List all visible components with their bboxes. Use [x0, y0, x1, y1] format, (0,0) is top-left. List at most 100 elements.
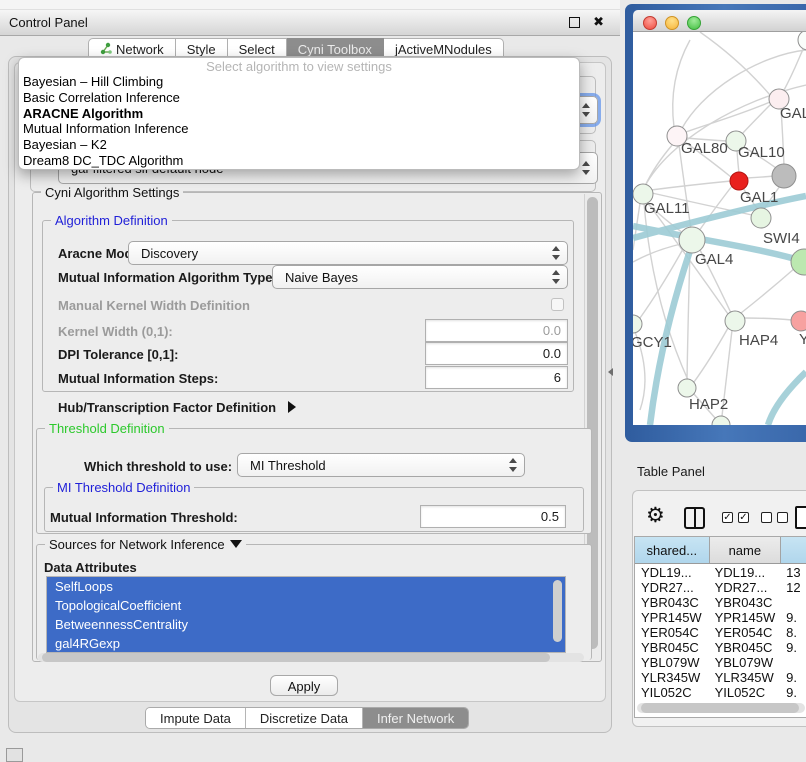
hub-definition-label: Hub/Transcription Factor Definition	[58, 400, 276, 415]
table-row[interactable]: YLR345WYLR345W9.	[635, 670, 806, 685]
dpi-tolerance-field[interactable]: 0.0	[425, 342, 568, 365]
apply-button[interactable]: Apply	[270, 675, 338, 696]
manual-kernel-checkbox[interactable]	[551, 298, 564, 311]
aracne-mode-combobox[interactable]: Discovery	[128, 241, 568, 265]
close-traffic-light-icon[interactable]	[643, 16, 657, 30]
mi-type-combobox[interactable]: Naive Bayes	[272, 265, 568, 289]
hub-definition-expander[interactable]: Hub/Transcription Factor Definition	[58, 400, 296, 415]
expander-arrow-icon	[288, 401, 296, 413]
tab-infer-network[interactable]: Infer Network	[362, 708, 468, 728]
table-cell: YIL052C	[707, 685, 779, 700]
node-label: Y	[799, 331, 806, 348]
columns-icon[interactable]	[684, 507, 705, 529]
table-cell: 9.	[778, 640, 806, 655]
table-panel-title: Table Panel	[637, 464, 705, 479]
tab-impute-data[interactable]: Impute Data	[146, 708, 245, 728]
float-window-icon[interactable]	[569, 17, 580, 28]
table-cell: YIL052C	[635, 685, 707, 700]
list-scrollbar-thumb[interactable]	[553, 580, 562, 642]
table-cell: YDR27...	[707, 580, 779, 595]
settings-group-title: Cyni Algorithm Settings	[41, 185, 183, 200]
list-item[interactable]: BetweennessCentrality	[47, 615, 565, 634]
unchecked-checkbox-icon[interactable]	[777, 512, 788, 523]
table-cell: 9.	[778, 610, 806, 625]
combo-arrows-icon	[509, 458, 517, 472]
table-row[interactable]: YPR145WYPR145W9.	[635, 610, 806, 625]
network-node-swi4[interactable]	[791, 249, 806, 275]
scrollbar-thumb[interactable]	[42, 653, 550, 662]
control-panel-titlebar[interactable]: Control Panel ✖	[0, 10, 620, 36]
dropdown-placeholder: Select algorithm to view settings	[19, 59, 579, 74]
network-node-red[interactable]	[730, 172, 748, 190]
network-node[interactable]	[798, 32, 806, 50]
network-node-hap4[interactable]	[725, 311, 745, 331]
table-cell: YDL19...	[635, 565, 707, 580]
panel-corner-icon[interactable]	[6, 748, 23, 762]
table-cell: YPR145W	[707, 610, 779, 625]
manual-kernel-label: Manual Kernel Width Definition	[58, 298, 250, 313]
column-header-partial[interactable]	[781, 537, 806, 563]
mi-type-value: Naive Bayes	[273, 270, 358, 285]
network-canvas[interactable]: GAL GAL80 GAL10 GAL1 GAL11 GAL4 SWI4 HAP…	[633, 32, 806, 425]
combo-arrows-icon	[552, 246, 560, 260]
sources-group-title[interactable]: Sources for Network Inference	[45, 537, 246, 552]
table-row[interactable]: YDR27...YDR27...12	[635, 580, 806, 595]
mi-steps-field[interactable]: 6	[425, 366, 568, 389]
network-node-gal4[interactable]	[679, 227, 705, 253]
tab-discretize-data[interactable]: Discretize Data	[245, 708, 362, 728]
node-label: GAL4	[695, 251, 733, 268]
close-icon[interactable]: ✖	[593, 14, 604, 30]
table-horizontal-scrollbar[interactable]	[637, 703, 805, 713]
minimize-traffic-light-icon[interactable]	[665, 16, 679, 30]
checked-checkbox-icon[interactable]: ✓	[738, 512, 749, 523]
gear-icon[interactable]: ⚙	[646, 503, 665, 528]
node-label: GAL10	[738, 144, 785, 161]
list-item[interactable]: SelfLoops	[47, 577, 565, 596]
table-cell: YPR145W	[635, 610, 707, 625]
unchecked-checkbox-icon[interactable]	[761, 512, 772, 523]
kernel-width-field[interactable]: 0.0	[425, 319, 568, 342]
scrollbar-thumb[interactable]	[641, 703, 799, 713]
combo-arrows-icon	[582, 103, 590, 117]
document-icon[interactable]	[795, 506, 806, 529]
table-row[interactable]: YDL19...YDL19...13	[635, 565, 806, 580]
zoom-traffic-light-icon[interactable]	[687, 16, 701, 30]
dropdown-item[interactable]: Bayesian – Hill Climbing	[19, 74, 579, 90]
mi-threshold-field[interactable]: 0.5	[420, 505, 566, 528]
node-label: GAL11	[644, 200, 690, 217]
mi-threshold-title: MI Threshold Definition	[53, 480, 194, 495]
network-node-gray[interactable]	[772, 164, 796, 188]
mi-steps-label: Mutual Information Steps:	[58, 371, 218, 386]
table-cell: 9.	[778, 685, 806, 700]
network-node-salmon[interactable]	[791, 311, 806, 331]
table-cell: YDR27...	[635, 580, 707, 595]
dropdown-item[interactable]: Dream8 DC_TDC Algorithm	[19, 153, 579, 169]
splitter-collapse-icon[interactable]	[608, 368, 613, 376]
checked-checkbox-icon[interactable]: ✓	[722, 512, 733, 523]
network-window-titlebar[interactable]	[633, 10, 806, 32]
list-item[interactable]: TopologicalCoefficient	[47, 596, 565, 615]
network-node-gal1[interactable]	[751, 208, 771, 228]
table-row[interactable]: YER054CYER054C8.	[635, 625, 806, 640]
table-row[interactable]: YIL052CYIL052C9.	[635, 685, 806, 700]
data-attributes-label: Data Attributes	[44, 560, 137, 575]
aracne-mode-value: Discovery	[129, 246, 198, 261]
dropdown-item[interactable]: Mutual Information Inference	[19, 121, 579, 137]
algorithm-definition-title: Algorithm Definition	[51, 213, 172, 228]
horizontal-scrollbar[interactable]	[38, 653, 584, 662]
dropdown-item-selected[interactable]: ARACNE Algorithm	[19, 106, 579, 122]
data-attributes-list[interactable]: SelfLoops TopologicalCoefficient Between…	[46, 576, 566, 653]
table-row[interactable]: YBL079WYBL079W	[635, 655, 806, 670]
table-row[interactable]: YBR043CYBR043C	[635, 595, 806, 610]
table-row[interactable]: YBR045CYBR045C9.	[635, 640, 806, 655]
network-node-hap2[interactable]	[678, 379, 696, 397]
list-item[interactable]: gal4RGexp	[47, 634, 565, 653]
which-threshold-combobox[interactable]: MI Threshold	[237, 453, 525, 477]
node-table: shared... name YDL19...YDL19...13 YDR27.…	[634, 536, 806, 718]
dropdown-item[interactable]: Bayesian – K2	[19, 137, 579, 153]
dropdown-item[interactable]: Basic Correlation Inference	[19, 90, 579, 106]
column-header-name[interactable]: name	[710, 537, 782, 563]
tab-label: Style	[187, 42, 216, 57]
column-header-shared-name[interactable]: shared...	[635, 537, 710, 563]
tab-label: jActiveMNodules	[395, 42, 492, 57]
